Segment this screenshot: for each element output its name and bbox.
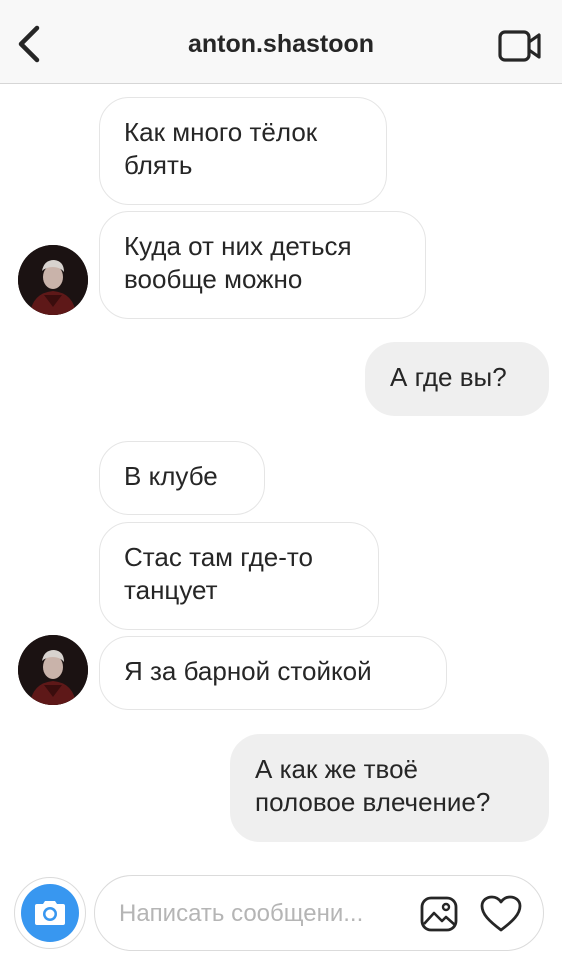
- message-text: А как же твоё половое влечение?: [255, 754, 491, 817]
- video-camera-icon: [498, 30, 541, 62]
- message-bubble-incoming[interactable]: В клубе: [99, 441, 265, 515]
- direct-message-screen: anton.shastoon Как много тёлок блять Куд…: [0, 0, 562, 960]
- gallery-button[interactable]: [419, 894, 459, 934]
- avatar-image: [18, 635, 88, 705]
- message-bubble-incoming[interactable]: Как много тёлок блять: [99, 97, 387, 205]
- video-call-button[interactable]: [496, 26, 544, 66]
- message-text: Куда от них деться вообще можно: [124, 231, 352, 294]
- message-bubble-incoming[interactable]: Куда от них деться вообще можно: [99, 211, 426, 319]
- message-text: Как много тёлок блять: [124, 117, 318, 180]
- message-input[interactable]: [119, 896, 409, 932]
- message-composer: [94, 875, 544, 951]
- avatar[interactable]: [18, 635, 88, 705]
- message-text: Стас там где-то танцует: [124, 542, 313, 605]
- message-text: А где вы?: [390, 362, 507, 392]
- like-button[interactable]: [479, 894, 523, 934]
- chat-header: anton.shastoon: [0, 0, 562, 84]
- message-text: В клубе: [124, 461, 218, 491]
- camera-button[interactable]: [14, 877, 86, 949]
- message-bubble-incoming[interactable]: Я за барной стойкой: [99, 636, 447, 710]
- avatar-image: [18, 245, 88, 315]
- camera-icon: [35, 901, 65, 925]
- chat-title[interactable]: anton.shastoon: [0, 30, 562, 59]
- heart-icon: [480, 895, 522, 932]
- camera-button-fill: [21, 884, 79, 942]
- message-bubble-outgoing[interactable]: А где вы?: [365, 342, 549, 416]
- message-bubble-incoming[interactable]: Стас там где-то танцует: [99, 522, 379, 630]
- avatar[interactable]: [18, 245, 88, 315]
- image-gallery-icon: [420, 896, 458, 932]
- message-text: Я за барной стойкой: [124, 656, 372, 686]
- message-bubble-outgoing[interactable]: А как же твоё половое влечение?: [230, 734, 549, 842]
